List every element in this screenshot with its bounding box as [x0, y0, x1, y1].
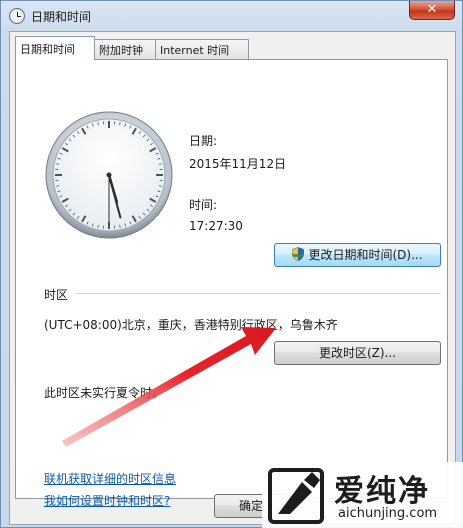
- date-value: 2015年11月12日: [189, 157, 287, 171]
- timezone-divider: [76, 293, 441, 294]
- clock-icon: [9, 8, 25, 24]
- timezone-section-label: 时区: [44, 288, 69, 302]
- dst-note: 此时区未实行夏令时。: [44, 386, 165, 400]
- change-date-time-label: 更改日期和时间(D)...: [308, 248, 423, 262]
- tab-date-time[interactable]: 日期和时间: [15, 36, 95, 60]
- change-date-time-button[interactable]: 更改日期和时间(D)...: [274, 243, 441, 267]
- date-time-panel: 日期: 2015年11月12日 时间: 17:27:30 更改日期和时间(D).…: [15, 59, 448, 508]
- how-to-set-clock-link[interactable]: 我如何设置时钟和时区?: [44, 492, 170, 509]
- title-bar[interactable]: 日期和时间 ✕: [1, 1, 462, 31]
- window-title: 日期和时间: [31, 10, 92, 24]
- online-timezone-info-link[interactable]: 联机获取详细的时区信息: [44, 470, 176, 487]
- brand-name: 爱纯净: [334, 474, 430, 509]
- brand-url: aichunjing.com: [338, 506, 438, 521]
- watermark: 爱纯净 aichunjing.com: [262, 462, 463, 528]
- date-time-dialog: 日期和时间 ✕ 日期和时间 附加时钟 Internet 时间 日期: 2015年…: [0, 0, 463, 528]
- tab-label: 附加时钟: [99, 44, 143, 57]
- time-value: 17:27:30: [189, 219, 243, 233]
- dialog-client: 日期和时间 附加时钟 Internet 时间 日期: 2015年11月12日 时…: [9, 31, 456, 525]
- tab-label: Internet 时间: [160, 44, 230, 57]
- time-label: 时间:: [189, 198, 218, 212]
- clock-center: [106, 172, 112, 178]
- change-timezone-label: 更改时区(Z)...: [318, 346, 397, 360]
- date-label: 日期:: [189, 134, 218, 148]
- tab-strip: 日期和时间 附加时钟 Internet 时间: [10, 32, 457, 60]
- analog-clock: [45, 111, 173, 239]
- brand-logo: [268, 468, 324, 524]
- ok-label: 确定: [238, 499, 263, 513]
- tab-additional-clocks[interactable]: 附加时钟: [94, 39, 156, 59]
- timezone-value: (UTC+08:00)北京，重庆，香港特别行政区，乌鲁木齐: [44, 318, 338, 332]
- shield-icon: [292, 247, 305, 261]
- change-timezone-button[interactable]: 更改时区(Z)...: [274, 341, 441, 365]
- tab-internet-time[interactable]: Internet 时间: [155, 39, 249, 59]
- close-button[interactable]: ✕: [409, 1, 455, 20]
- tab-label: 日期和时间: [20, 43, 75, 56]
